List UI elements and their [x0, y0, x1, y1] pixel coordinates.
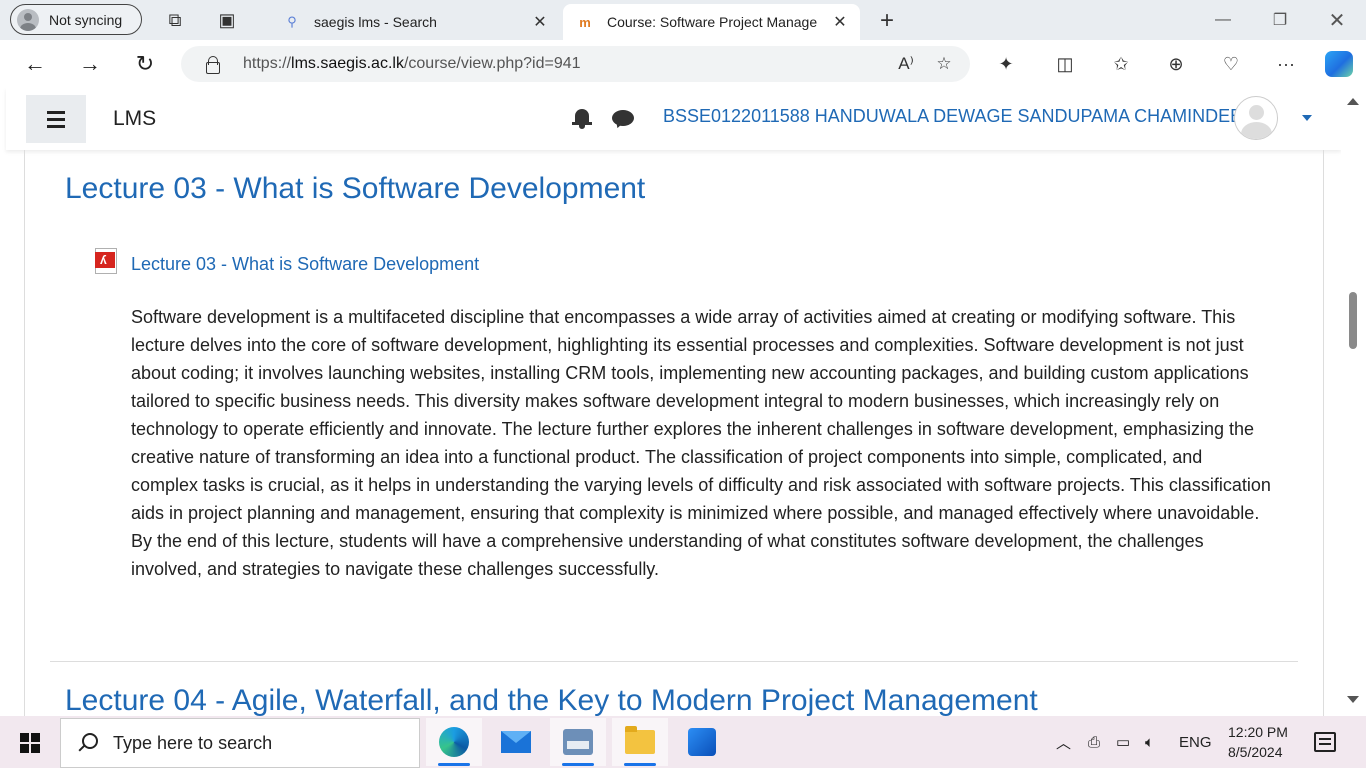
address-bar[interactable]: https://lms.saegis.ac.lk/course/view.php… — [181, 46, 970, 82]
drawer-toggle-button[interactable] — [26, 95, 86, 143]
back-icon[interactable]: ← — [22, 51, 48, 77]
hamburger-icon — [47, 109, 65, 130]
user-avatar[interactable] — [1234, 96, 1278, 140]
split-screen-icon[interactable]: ◫ — [1053, 52, 1077, 76]
close-icon[interactable]: ✕ — [530, 12, 550, 32]
keyboard-app-icon[interactable] — [550, 718, 606, 766]
windows-start-icon[interactable] — [20, 733, 40, 753]
photos-app-icon[interactable] — [674, 718, 730, 766]
meet-now-icon[interactable]: ⎙ — [1088, 716, 1100, 768]
close-icon[interactable]: ✕ — [830, 12, 850, 32]
clock-date: 8/5/2024 — [1228, 744, 1283, 760]
workspaces-icon[interactable]: ⧉ — [164, 9, 186, 31]
pdf-icon: ʎ — [94, 248, 120, 276]
section-title[interactable]: Lecture 03 - What is Software Developmen… — [65, 172, 645, 206]
edge-app-icon[interactable] — [426, 718, 482, 766]
user-name[interactable]: BSSE0122011588 HANDUWALA DEWAGE SANDUPAM… — [663, 106, 1242, 127]
more-icon[interactable]: ··· — [1274, 52, 1298, 76]
page-scrollbar[interactable] — [1341, 88, 1366, 716]
taskbar-search-placeholder: Type here to search — [113, 732, 273, 753]
browser-toolbar: ← → ↻ https://lms.saegis.ac.lk/course/vi… — [0, 40, 1366, 88]
extensions-icon[interactable]: ✦ — [994, 52, 1018, 76]
copilot-icon[interactable] — [1325, 51, 1353, 77]
scroll-up-icon[interactable] — [1347, 98, 1359, 105]
profile-avatar-icon — [17, 8, 39, 31]
page-viewport: LMS BSSE0122011588 HANDUWALA DEWAGE SAND… — [0, 88, 1366, 716]
user-menu-caret-icon[interactable] — [1302, 115, 1312, 121]
url-host: lms.saegis.ac.lk — [291, 55, 404, 72]
messages-icon[interactable] — [612, 110, 634, 126]
favorites-icon[interactable]: ✩ — [1109, 52, 1133, 76]
scrollbar-thumb[interactable] — [1349, 292, 1357, 349]
language-indicator[interactable]: ENG — [1179, 716, 1212, 768]
battery-icon[interactable]: ▭ — [1116, 716, 1130, 768]
site-navbar: LMS BSSE0122011588 HANDUWALA DEWAGE SAND… — [6, 88, 1341, 150]
volume-icon[interactable]: 🔈︎ — [1145, 716, 1154, 768]
forward-icon[interactable]: → — [77, 51, 103, 77]
taskbar-search[interactable]: Type here to search — [60, 718, 420, 768]
url-prefix: https:// — [243, 55, 292, 72]
browser-tab-strip: Not syncing ⧉ ▣ ⚲ saegis lms - Search ✕ … — [0, 0, 1366, 40]
windows-taskbar: Type here to search ︿ ⎙ ▭ 🔈︎ ENG 12:20 P… — [0, 716, 1366, 768]
section-divider — [50, 661, 1298, 662]
window-close-icon[interactable]: ✕ — [1324, 8, 1350, 32]
refresh-icon[interactable]: ↻ — [132, 51, 158, 77]
tab-search[interactable]: ⚲ saegis lms - Search ✕ — [270, 4, 560, 40]
mail-app-icon[interactable] — [488, 718, 544, 766]
browser-essentials-icon[interactable]: ♡ — [1219, 52, 1243, 76]
tray-chevron-icon[interactable]: ︿ — [1056, 716, 1071, 768]
file-explorer-icon[interactable] — [612, 718, 668, 766]
search-icon — [77, 733, 98, 753]
search-icon: ⚲ — [287, 14, 297, 29]
activity-link[interactable]: Lecture 03 - What is Software Developmen… — [131, 254, 479, 275]
new-tab-icon[interactable]: + — [874, 7, 900, 34]
notification-bell-icon[interactable] — [572, 108, 592, 130]
site-brand[interactable]: LMS — [113, 107, 156, 131]
profile-button[interactable]: Not syncing — [10, 4, 142, 35]
scroll-down-icon[interactable] — [1347, 696, 1359, 703]
url-text[interactable]: https://lms.saegis.ac.lk/course/view.php… — [243, 55, 894, 73]
tab-actions-icon[interactable]: ▣ — [216, 9, 238, 31]
section-title[interactable]: Lecture 04 - Agile, Waterfall, and the K… — [65, 684, 1038, 716]
url-path: /course/view.php?id=941 — [403, 55, 581, 72]
moodle-icon: m — [579, 14, 591, 30]
read-aloud-icon[interactable]: A⁾ — [894, 52, 918, 76]
tab-title: Course: Software Project Manage — [607, 14, 818, 30]
section-summary: Software development is a multifaceted d… — [131, 307, 1271, 579]
notification-center-icon[interactable] — [1314, 732, 1336, 752]
minimize-icon[interactable]: — — [1210, 8, 1236, 32]
clock-time: 12:20 PM — [1228, 724, 1288, 740]
tab-title: saegis lms - Search — [314, 14, 437, 30]
profile-label: Not syncing — [49, 11, 123, 28]
restore-icon[interactable]: ❐ — [1267, 8, 1293, 32]
collections-icon[interactable]: ⊕ — [1164, 52, 1188, 76]
lock-icon[interactable] — [203, 55, 221, 74]
system-clock[interactable]: 12:20 PM 8/5/2024 — [1228, 722, 1288, 762]
favorite-star-icon[interactable]: ☆ — [932, 52, 956, 76]
tab-course[interactable]: m Course: Software Project Manage ✕ — [563, 4, 860, 40]
